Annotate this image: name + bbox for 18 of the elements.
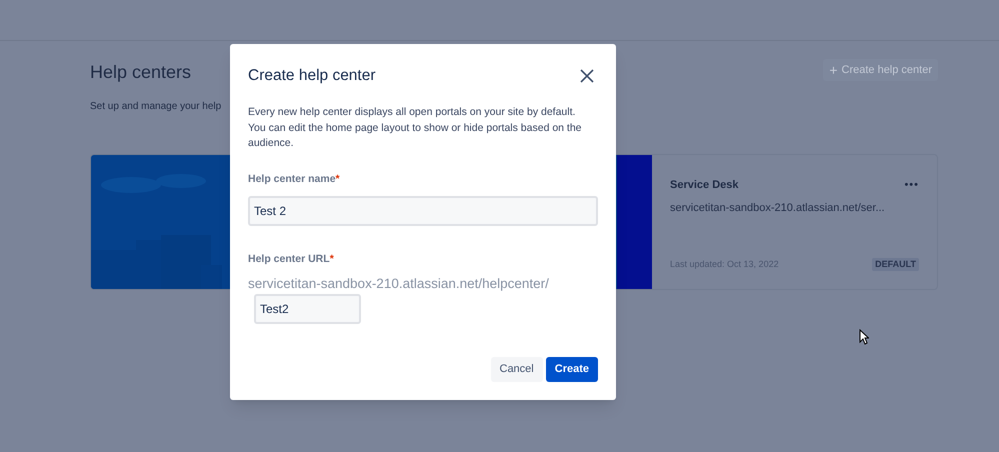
field-label: Help center name* [248, 172, 341, 186]
more-menu-button[interactable]: ••• [904, 177, 919, 194]
default-badge: DEFAULT [872, 258, 919, 271]
card-url: servicetitan-sandbox-210.atlassian.net/ser... [670, 200, 886, 216]
field-label: Help center URL* [248, 252, 335, 266]
close-icon[interactable] [580, 68, 594, 83]
cursor-icon [859, 329, 869, 345]
page-title: Help centers [90, 61, 192, 84]
dialog-description: Every new help center displays all open portals on your site by default. You can edit the home page layout to show or hide portals based on the audience. [248, 105, 583, 152]
url-prefix: servicetitan-sandbox-210.atlassian.net/helpcenter/ [248, 276, 550, 292]
dialog-title: Create help center [248, 66, 376, 86]
plus-icon: + [829, 63, 838, 77]
create-button[interactable]: Create [546, 357, 598, 382]
page-subtitle: Set up and manage your help [90, 100, 222, 114]
text-field[interactable]: Test 2 [248, 196, 598, 226]
text-field[interactable]: Test2 [254, 294, 361, 324]
card-title: Service Desk [670, 178, 738, 193]
cancel-button[interactable]: Cancel [490, 357, 543, 382]
